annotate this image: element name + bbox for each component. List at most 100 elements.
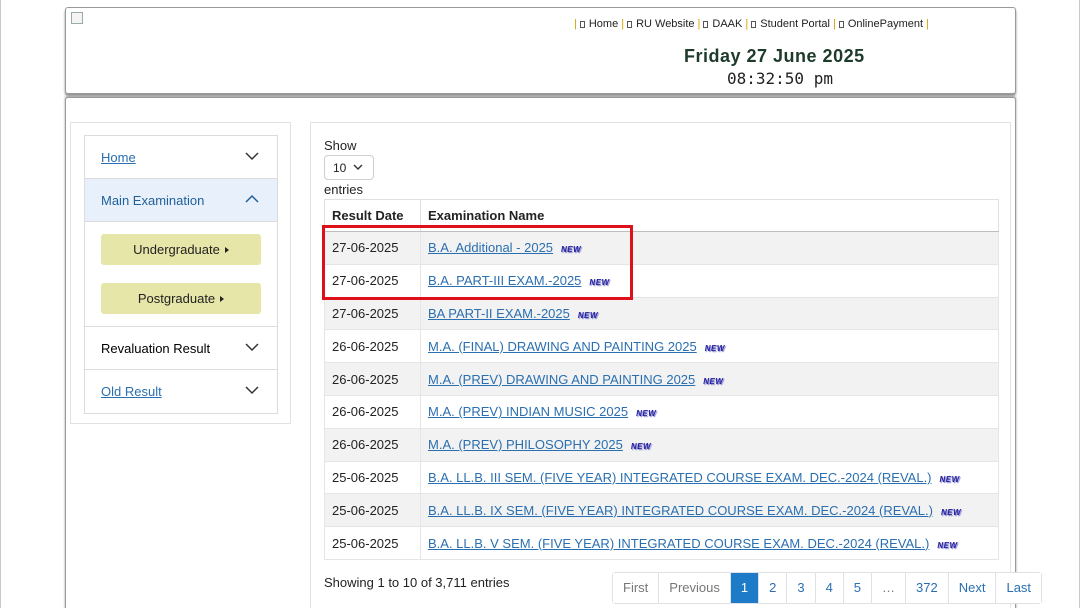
caret-right-icon [224,247,229,253]
table-row: 27-06-2025 B.A. PART-III EXAM.-2025 NEW [324,263,999,298]
pagination-page[interactable]: 5 [842,573,872,603]
exam-cell: B.A. LL.B. V SEM. (FIVE YEAR) INTEGRATED… [420,526,999,560]
pagination: First Previous 1 2 3 4 5 … 372 Next Last [612,572,1043,604]
exam-cell: B.A. LL.B. III SEM. (FIVE YEAR) INTEGRAT… [420,460,999,495]
new-badge: NEW [630,442,652,452]
exam-cell: M.A. (PREV) INDIAN MUSIC 2025 NEW [420,394,999,429]
exam-cell: M.A. (FINAL) DRAWING AND PAINTING 2025 NE… [420,329,999,364]
pagination-page[interactable]: 2 [758,573,787,603]
home-icon [579,21,585,28]
page-border-left [0,0,1,608]
nav-online-payment-link[interactable]: OnlinePayment [838,18,923,30]
table-row: 25-06-2025 B.A. LL.B. V SEM. (FIVE YEAR)… [324,526,999,560]
pagination-page[interactable]: 1 [729,573,759,603]
exam-cell: M.A. (PREV) PHILOSOPHY 2025 NEW [420,427,999,462]
main-container: Home Main Examination Undergraduate Post… [65,97,1043,608]
result-date: 25-06-2025 [324,526,421,560]
pagination-first[interactable]: First [613,573,659,603]
exam-link[interactable]: M.A. (PREV) DRAWING AND PAINTING 2025 [428,372,695,387]
sidebar-item-main-examination[interactable]: Main Examination [85,179,277,222]
table-row: 25-06-2025 B.A. LL.B. IX SEM. (FIVE YEAR… [324,493,999,528]
sidebar-item-home-label[interactable]: Home [101,150,136,165]
chevron-up-icon [245,194,259,203]
column-header-result-date[interactable]: Result Date [324,199,421,232]
pagination-next[interactable]: Next [947,573,996,603]
result-date: 25-06-2025 [324,460,421,495]
pagination-previous[interactable]: Previous [658,573,730,603]
sidebar-item-revaluation-result[interactable]: Revaluation Result [85,327,277,370]
new-badge: NEW [589,278,610,288]
exam-link[interactable]: BA PART-II EXAM.-2025 [428,306,570,321]
exam-link[interactable]: B.A. LL.B. III SEM. (FIVE YEAR) INTEGRAT… [428,470,932,485]
top-nav: | Home | RU Website | DAAK | Student Portal | Onl… [574,18,929,30]
result-date: 27-06-2025 [324,231,421,265]
undergraduate-button[interactable]: Undergraduate [101,234,261,265]
exam-cell: BA PART-II EXAM.-2025 NEW [420,296,999,331]
new-badge: NEW [703,376,724,386]
table-row: 26-06-2025 M.A. (FINAL) DRAWING AND PAIN… [324,329,999,364]
table-row: 26-06-2025 M.A. (PREV) PHILOSOPHY 2025 NE… [324,427,999,462]
chevron-down-icon [245,152,259,161]
sidebar-item-revaluation-label: Revaluation Result [101,341,211,356]
nav-student-portal-link[interactable]: Student Portal [751,18,830,30]
new-badge: NEW [940,507,962,517]
sidebar-item-old-result-label[interactable]: Old Result [101,384,162,399]
result-date: 26-06-2025 [324,362,421,396]
show-label: Show [324,138,357,153]
column-header-examination-name[interactable]: Examination Name [420,199,999,232]
exam-link[interactable]: B.A. LL.B. V SEM. (FIVE YEAR) INTEGRATED… [428,536,929,551]
student-portal-icon [751,21,757,28]
result-date: 25-06-2025 [324,493,421,528]
sidebar-item-home[interactable]: Home [85,136,277,179]
exam-link[interactable]: M.A. (PREV) INDIAN MUSIC 2025 [428,404,628,419]
table-row: 25-06-2025 B.A. LL.B. III SEM. (FIVE YEA… [324,460,999,495]
current-time: 08:32:50 pm [727,69,833,88]
pagination-page[interactable]: 372 [905,573,948,603]
result-date: 26-06-2025 [324,394,421,429]
exam-link[interactable]: M.A. (PREV) PHILOSOPHY 2025 [428,437,623,452]
table-row: 27-06-2025 BA PART-II EXAM.-2025 NEW [324,296,999,331]
nav-home-link[interactable]: Home [579,18,618,30]
new-badge: NEW [939,474,960,484]
sidebar-menu: Home Main Examination Undergraduate Post… [84,135,278,414]
table-row: 27-06-2025 B.A. Additional - 2025 NEW [324,231,999,265]
exam-link[interactable]: B.A. Additional - 2025 [428,240,553,255]
result-date: 26-06-2025 [324,329,421,364]
exam-cell: B.A. PART-III EXAM.-2025 NEW [420,263,999,298]
results-table: Result Date Examination Name 27-06-2025 … [324,199,999,560]
site-header: | Home | RU Website | DAAK | Student Portal | Onl… [65,7,1016,94]
exam-link[interactable]: B.A. PART-III EXAM.-2025 [428,273,581,288]
results-panel: Show 10 entries Result Date Examination … [310,122,1043,608]
chevron-down-icon [245,386,259,395]
pagination-page[interactable]: 4 [814,573,843,603]
payment-icon [838,21,844,28]
nav-ru-website-link[interactable]: RU Website [627,18,695,30]
sidebar: Home Main Examination Undergraduate Post… [70,122,291,424]
exam-link[interactable]: M.A. (FINAL) DRAWING AND PAINTING 2025 [428,339,697,354]
new-badge: NEW [636,409,657,419]
pagination-last[interactable]: Last [995,573,1042,603]
nav-daak-link[interactable]: DAAK [703,18,742,30]
table-row: 26-06-2025 M.A. (PREV) DRAWING AND PAINT… [324,362,999,396]
main-examination-submenu: Undergraduate Postgraduate [85,222,277,327]
caret-right-icon [220,296,225,302]
sidebar-item-old-result[interactable]: Old Result [85,370,277,413]
table-header-row: Result Date Examination Name [324,199,999,232]
exam-cell: M.A. (PREV) DRAWING AND PAINTING 2025 NEW [420,362,999,396]
pagination-page[interactable]: 3 [786,573,815,603]
exam-cell: B.A. LL.B. IX SEM. (FIVE YEAR) INTEGRATE… [420,493,999,528]
page-size-select[interactable]: 10 [324,155,374,180]
chevron-down-icon [245,343,259,352]
website-icon [627,21,633,28]
table-info: Showing 1 to 10 of 3,711 entries [324,575,510,590]
table-row: 26-06-2025 M.A. (PREV) INDIAN MUSIC 2025… [324,394,999,429]
result-date: 27-06-2025 [324,296,421,331]
exam-link[interactable]: B.A. LL.B. IX SEM. (FIVE YEAR) INTEGRATE… [428,503,933,518]
postgraduate-button[interactable]: Postgraduate [101,283,261,314]
current-date: Friday 27 June 2025 [684,46,865,66]
sidebar-item-main-examination-label: Main Examination [101,193,205,208]
daak-icon [703,21,709,28]
new-badge: NEW [577,310,599,320]
exam-cell: B.A. Additional - 2025 NEW [420,231,999,265]
result-date: 26-06-2025 [324,427,421,462]
